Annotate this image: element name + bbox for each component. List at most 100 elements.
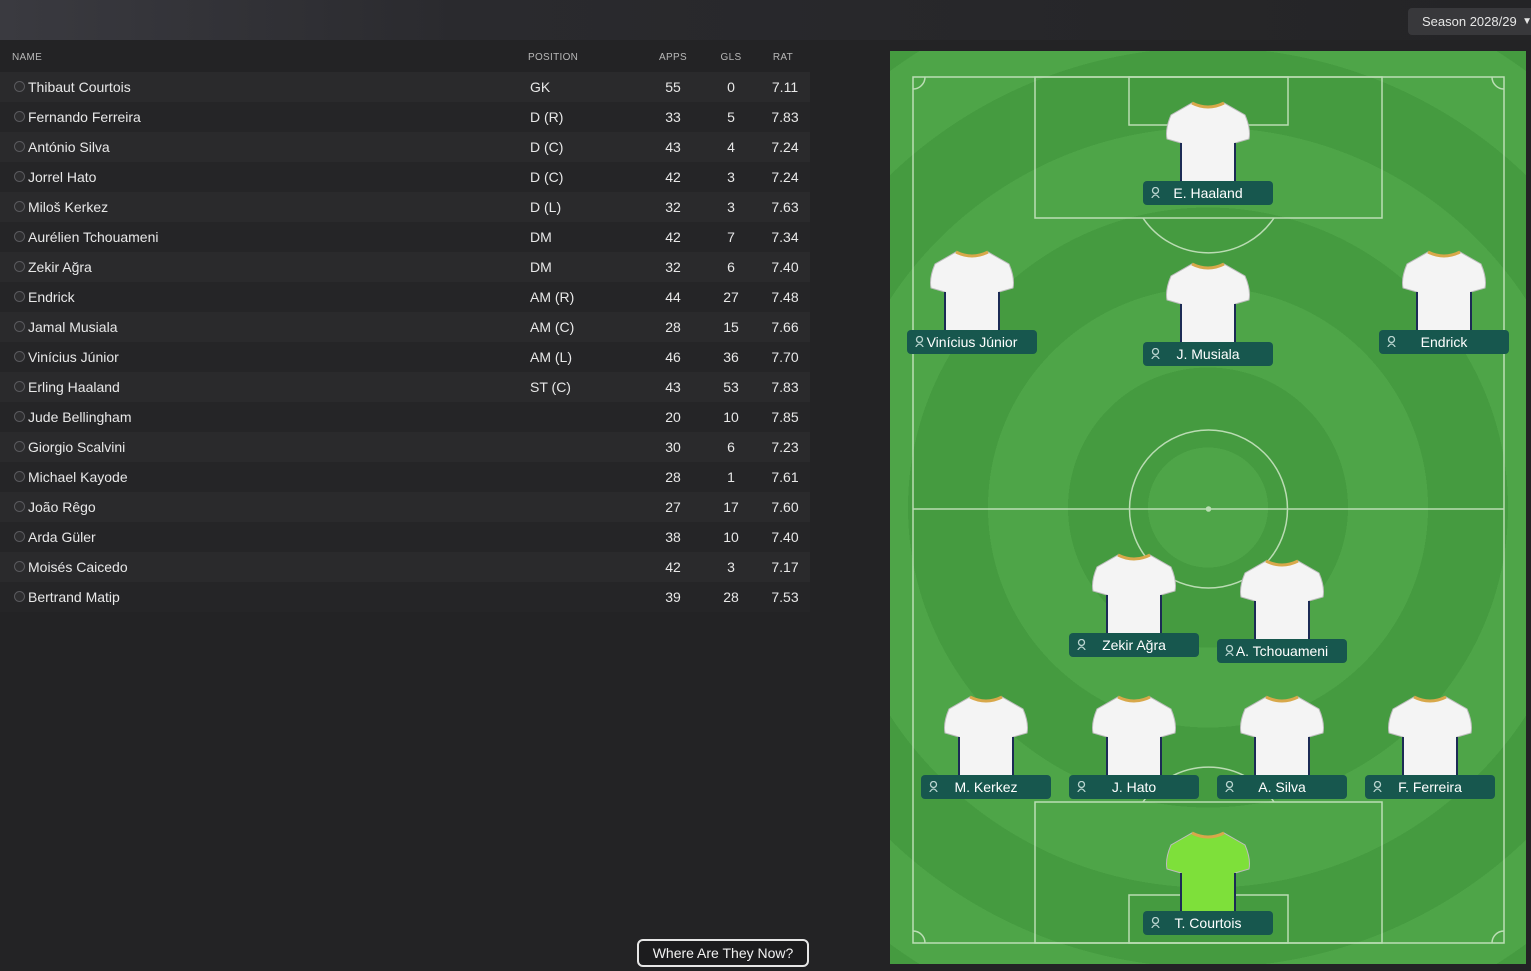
player-apps: 42 [665,229,681,245]
player-nameplate[interactable]: E. Haaland [1143,181,1273,205]
table-row[interactable]: Jude Bellingham 20 10 7.85 [0,402,810,432]
player-name[interactable]: Vinícius Júnior [28,342,119,372]
pitch-player[interactable]: T. Courtois [1143,829,1273,935]
pitch-player[interactable]: E. Haaland [1143,99,1273,205]
player-rating: 7.24 [771,139,799,155]
pitch-player-label: M. Kerkez [954,779,1018,795]
player-rating: 7.83 [771,109,799,125]
player-status-icon [14,231,25,242]
player-name[interactable]: António Silva [28,132,110,162]
person-icon [915,336,924,347]
table-row[interactable]: Jorrel Hato D (C) 42 3 7.24 [0,162,810,192]
where-are-they-now-button[interactable]: Where Are They Now? [637,939,809,967]
player-name[interactable]: Endrick [28,282,75,312]
table-row[interactable]: Erling Haaland ST (C) 43 53 7.83 [0,372,810,402]
player-goals: 5 [727,109,735,125]
player-nameplate[interactable]: A. Tchouameni [1217,639,1347,663]
pitch-player[interactable]: Endrick [1379,248,1509,354]
season-selector[interactable]: Season 2028/29 ▼ [1408,8,1531,35]
pitch-player[interactable]: J. Musiala [1143,260,1273,366]
table-row[interactable]: Aurélien Tchouameni DM 42 7 7.34 [0,222,810,252]
table-row[interactable]: Vinícius Júnior AM (L) 46 36 7.70 [0,342,810,372]
table-row[interactable]: Arda Güler 38 10 7.40 [0,522,810,552]
player-nameplate[interactable]: Endrick [1379,330,1509,354]
table-row[interactable]: Moisés Caicedo 42 3 7.17 [0,552,810,582]
kit-shirt-icon [1165,99,1251,185]
player-name[interactable]: Jorrel Hato [28,162,96,192]
player-nameplate[interactable]: J. Hato [1069,775,1199,799]
table-row[interactable]: Thibaut Courtois GK 55 0 7.11 [0,72,810,102]
player-status-icon [14,531,25,542]
player-rating: 7.83 [771,379,799,395]
player-apps: 43 [665,379,681,395]
player-name[interactable]: Moisés Caicedo [28,552,128,582]
table-row[interactable]: Michael Kayode 28 1 7.61 [0,462,810,492]
kit-shirt-icon [943,693,1029,779]
player-name[interactable]: Jude Bellingham [28,402,132,432]
player-rating: 7.66 [771,319,799,335]
player-nameplate[interactable]: J. Musiala [1143,342,1273,366]
player-status-icon [14,441,25,452]
table-row[interactable]: Zekir Ağra DM 32 6 7.40 [0,252,810,282]
player-name[interactable]: Thibaut Courtois [28,72,131,102]
player-apps: 30 [665,439,681,455]
player-name[interactable]: Miloš Kerkez [28,192,108,222]
player-nameplate[interactable]: M. Kerkez [921,775,1051,799]
player-name[interactable]: Giorgio Scalvini [28,432,125,462]
player-goals: 6 [727,259,735,275]
table-row[interactable]: Fernando Ferreira D (R) 33 5 7.83 [0,102,810,132]
table-row[interactable]: António Silva D (C) 43 4 7.24 [0,132,810,162]
player-goals: 36 [723,349,739,365]
player-apps: 38 [665,529,681,545]
player-name[interactable]: Zekir Ağra [28,252,92,282]
table-row[interactable]: João Rêgo 27 17 7.60 [0,492,810,522]
table-row[interactable]: Bertrand Matip 39 28 7.53 [0,582,810,612]
column-header-position[interactable]: POSITION [528,52,578,63]
table-row[interactable]: Endrick AM (R) 44 27 7.48 [0,282,810,312]
pitch-player-label: Zekir Ağra [1102,637,1166,653]
table-row[interactable]: Giorgio Scalvini 30 6 7.23 [0,432,810,462]
pitch-player[interactable]: F. Ferreira [1365,693,1495,799]
player-name[interactable]: Bertrand Matip [28,582,120,612]
table-body: Thibaut Courtois GK 55 0 7.11 Fernando Ferrei… [0,72,810,612]
pitch-player[interactable]: A. Tchouameni [1217,557,1347,663]
pitch-player[interactable]: A. Silva [1217,693,1347,799]
pitch-player[interactable]: M. Kerkez [921,693,1051,799]
player-goals: 4 [727,139,735,155]
player-name[interactable]: Arda Güler [28,522,96,552]
player-rating: 7.34 [771,229,799,245]
player-goals: 17 [723,499,739,515]
player-name[interactable]: Fernando Ferreira [28,102,141,132]
pitch-player[interactable]: Zekir Ağra [1069,551,1199,657]
player-rating: 7.53 [771,589,799,605]
player-rating: 7.63 [771,199,799,215]
player-name[interactable]: Jamal Musiala [28,312,117,342]
kit-shirt-icon [1239,693,1325,779]
pitch-player[interactable]: Vinícius Júnior [907,248,1037,354]
person-icon [929,781,938,792]
person-icon [1373,781,1382,792]
column-header-apps[interactable]: APPS [650,52,696,63]
player-nameplate[interactable]: F. Ferreira [1365,775,1495,799]
player-nameplate[interactable]: Vinícius Júnior [907,330,1037,354]
player-position: DM [530,259,552,275]
player-name[interactable]: Michael Kayode [28,462,128,492]
column-header-rat[interactable]: RAT [763,52,803,63]
player-nameplate[interactable]: T. Courtois [1143,911,1273,935]
pitch-player[interactable]: J. Hato [1069,693,1199,799]
player-position: D (R) [530,109,564,125]
pitch-player-label: E. Haaland [1173,185,1243,201]
player-apps: 42 [665,559,681,575]
player-name[interactable]: João Rêgo [28,492,96,522]
player-status-icon [14,381,25,392]
player-name[interactable]: Aurélien Tchouameni [28,222,159,252]
player-name[interactable]: Erling Haaland [28,372,120,402]
player-apps: 33 [665,109,681,125]
player-nameplate[interactable]: Zekir Ağra [1069,633,1199,657]
table-row[interactable]: Miloš Kerkez D (L) 32 3 7.63 [0,192,810,222]
player-nameplate[interactable]: A. Silva [1217,775,1347,799]
table-row[interactable]: Jamal Musiala AM (C) 28 15 7.66 [0,312,810,342]
column-header-gls[interactable]: GLS [710,52,752,63]
column-header-name[interactable]: NAME [12,52,42,63]
player-rating: 7.70 [771,349,799,365]
